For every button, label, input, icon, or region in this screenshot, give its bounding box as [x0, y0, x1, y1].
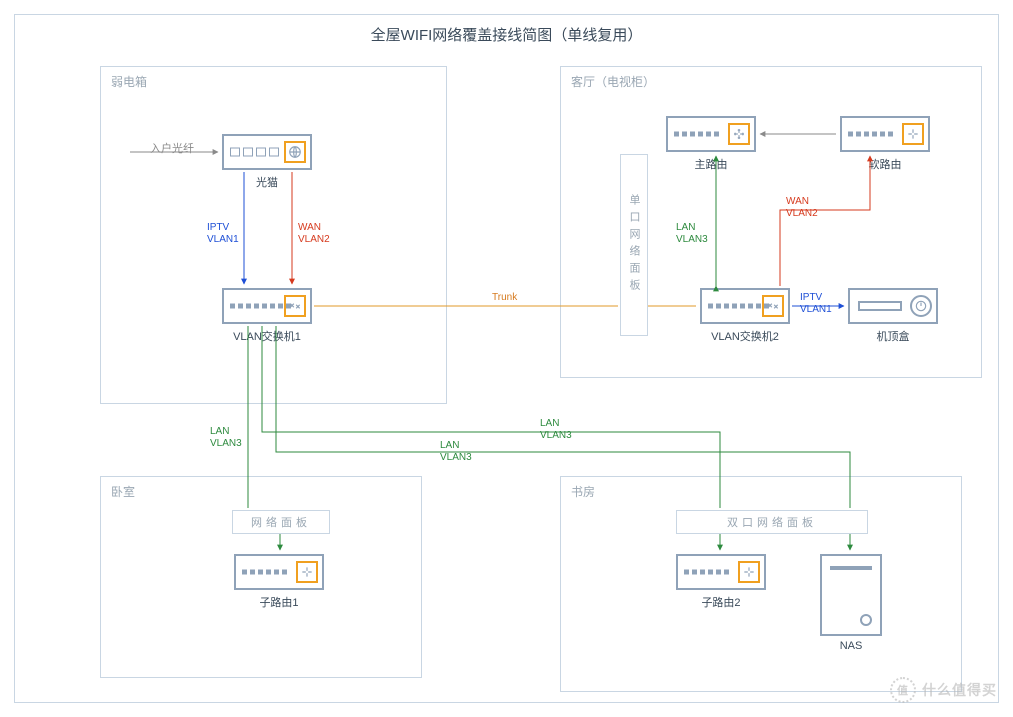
device-sub-router-2: 子路由2 [676, 554, 766, 610]
faceplate-bedroom: 网络面板 [232, 510, 330, 534]
diagram-canvas: 全屋WIFI网络覆盖接线简图（单线复用） 弱电箱 客厅（电视柜） 卧室 书房 单… [0, 0, 1013, 717]
label-fiber-in: 入户光纤 [150, 140, 194, 156]
watermark-text: 什么值得买 [922, 680, 997, 700]
device-nas: NAS [820, 554, 882, 652]
watermark-badge-icon: 值 [890, 677, 916, 703]
device-label: 主路由 [666, 156, 756, 172]
device-vlan-switch-1: VLAN交换机1 [222, 288, 312, 344]
globe-icon [284, 141, 306, 163]
diagram-title: 全屋WIFI网络覆盖接线简图（单线复用） [0, 24, 1013, 45]
device-soft-router: 软路由 [840, 116, 930, 172]
label-wan-vlan2-2: WAN VLAN2 [786, 196, 818, 220]
watermark: 值 什么值得买 [890, 677, 997, 703]
router-icon [296, 561, 318, 583]
device-label: 子路由1 [234, 594, 324, 610]
device-label: 机顶盒 [848, 328, 938, 344]
device-settop-box: 机顶盒 [848, 288, 938, 344]
zone-label-study: 书房 [571, 483, 595, 500]
device-sub-router-1: 子路由1 [234, 554, 324, 610]
device-main-router: 主路由 [666, 116, 756, 172]
device-label: 子路由2 [676, 594, 766, 610]
label-lan-vlan3-3: LAN VLAN3 [540, 418, 572, 442]
zone-label-living: 客厅（电视柜） [571, 73, 655, 90]
label-lan-vlan3-1: LAN VLAN3 [676, 222, 708, 246]
router-icon [738, 561, 760, 583]
switch-icon [284, 295, 306, 317]
label-lan-vlan3-4: LAN VLAN3 [440, 440, 472, 464]
switch-icon [762, 295, 784, 317]
device-label: VLAN交换机2 [700, 328, 790, 344]
router-icon [728, 123, 750, 145]
label-trunk: Trunk [492, 292, 517, 304]
label-wan-vlan2: WAN VLAN2 [298, 222, 330, 246]
faceplate-study-dual: 双口网络面板 [676, 510, 868, 534]
device-label: 光猫 [222, 174, 312, 190]
zone-weakbox: 弱电箱 [100, 66, 447, 404]
device-modem: 光猫 [222, 134, 312, 190]
device-label: 软路由 [840, 156, 930, 172]
router-icon [902, 123, 924, 145]
device-label: VLAN交换机1 [222, 328, 312, 344]
zone-label-bedroom: 卧室 [111, 483, 135, 500]
label-iptv-vlan1: IPTV VLAN1 [207, 222, 239, 246]
label-lan-vlan3-2: LAN VLAN3 [210, 426, 242, 450]
label-iptv-vlan1-2: IPTV VLAN1 [800, 292, 832, 316]
faceplate-single-port: 单口网络面板 [620, 154, 648, 336]
power-icon [910, 295, 932, 317]
device-label: NAS [820, 640, 882, 652]
device-vlan-switch-2: VLAN交换机2 [700, 288, 790, 344]
zone-label-weakbox: 弱电箱 [111, 73, 147, 90]
